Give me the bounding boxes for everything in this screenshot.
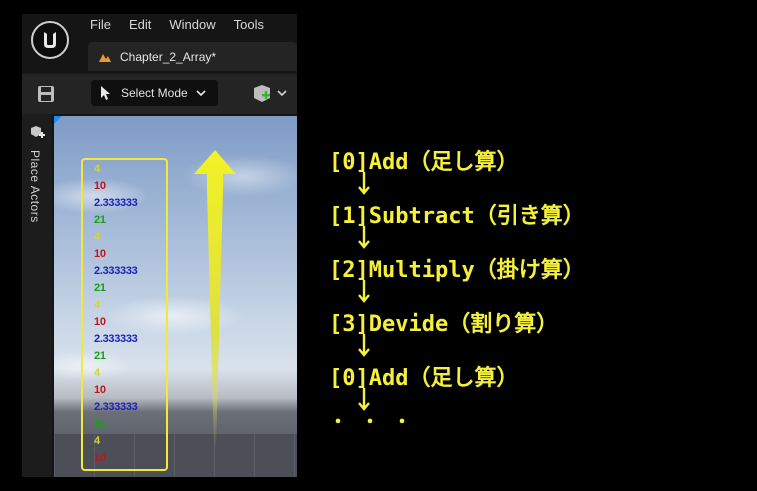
chevron-down-icon (196, 90, 206, 97)
log-line: 10 (94, 248, 106, 260)
down-arrow-icon (358, 334, 370, 357)
log-line: 4 (94, 435, 100, 447)
menu-file[interactable]: File (90, 17, 121, 32)
menu-edit[interactable]: Edit (129, 17, 161, 32)
place-actor-icon[interactable] (250, 82, 290, 106)
log-line: 4 (94, 367, 100, 379)
log-line: 2.333333 (94, 265, 138, 277)
log-line: 21 (94, 350, 106, 362)
log-line: 4 (94, 163, 100, 175)
level-map-icon (99, 53, 111, 62)
place-actors-tab-label[interactable]: Place Actors (28, 150, 42, 223)
log-line: 4 (94, 231, 100, 243)
level-tab[interactable]: Chapter_2_Array* (88, 42, 297, 71)
log-line: 2.333333 (94, 333, 138, 345)
down-arrow-icon (358, 226, 370, 249)
log-line: 10 (94, 452, 106, 464)
log-line: 4 (94, 299, 100, 311)
level-viewport[interactable] (54, 116, 297, 477)
place-actors-side-panel: Place Actors (22, 114, 52, 477)
log-line: 21 (94, 418, 106, 430)
select-mode-label: Select Mode (121, 86, 188, 100)
log-line: 21 (94, 214, 106, 226)
down-arrow-icon (358, 172, 370, 195)
level-tab-label: Chapter_2_Array* (120, 49, 217, 64)
menu-items: File Edit Window Tools (90, 17, 282, 32)
menu-window[interactable]: Window (169, 17, 225, 32)
log-line: 2.333333 (94, 401, 138, 413)
log-line: 2.333333 (94, 197, 138, 209)
unreal-editor-window: File Edit Window Tools Chapter_2_Array* … (22, 14, 297, 477)
print-log-lines: 4 10 2.333333 21 4 10 2.333333 21 4 10 2.333333 21 4… (94, 161, 138, 467)
select-mode-dropdown[interactable]: Select Mode (91, 80, 218, 106)
toolbar: Select Mode (22, 73, 297, 114)
down-arrow-icon (358, 280, 370, 303)
viewport-corner-marker (54, 116, 62, 124)
cursor-icon (101, 86, 110, 100)
place-actor-icon[interactable] (30, 124, 46, 140)
unreal-logo-icon[interactable] (30, 20, 70, 60)
log-line: 10 (94, 180, 106, 192)
transform-arrow-icon[interactable] (192, 150, 238, 450)
menu-bar: File Edit Window Tools Chapter_2_Array* (22, 14, 297, 80)
flow-ellipsis: ・・・ (329, 412, 425, 433)
save-icon[interactable] (36, 84, 56, 104)
log-line: 10 (94, 384, 106, 396)
log-line: 10 (94, 316, 106, 328)
log-line: 21 (94, 282, 106, 294)
menu-tools[interactable]: Tools (234, 17, 274, 32)
